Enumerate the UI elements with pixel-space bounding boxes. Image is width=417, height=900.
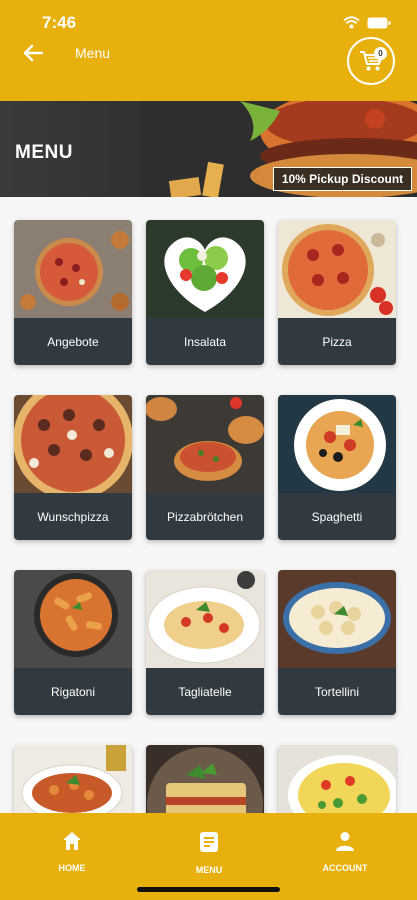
lasagne-image xyxy=(146,745,264,813)
pizza-image xyxy=(278,220,396,318)
nav-account-label: ACCOUNT xyxy=(322,863,368,873)
category-label: Tagliatelle xyxy=(146,668,264,715)
nav-menu[interactable]: MENU xyxy=(164,831,254,875)
category-label: Pizza xyxy=(278,318,396,365)
category-label: Spaghetti xyxy=(278,493,396,540)
home-indicator xyxy=(137,887,280,892)
pizzabroetchen-image xyxy=(146,395,264,493)
food-bowl-image xyxy=(14,745,132,813)
category-card-spaghetti[interactable]: Spaghetti xyxy=(278,395,396,540)
cart-button[interactable]: 0 xyxy=(347,37,395,85)
casserole-image xyxy=(278,745,396,813)
category-card-wunschpizza[interactable]: Wunschpizza xyxy=(14,395,132,540)
category-card-pizzabroetchen[interactable]: Pizzabrötchen xyxy=(146,395,264,540)
status-time: 7:46 xyxy=(42,13,77,32)
category-card-10[interactable] xyxy=(14,745,132,813)
category-label: Angebote xyxy=(14,318,132,365)
category-card-11[interactable] xyxy=(146,745,264,813)
category-label: Wunschpizza xyxy=(14,493,132,540)
banner-title: MENU xyxy=(15,142,73,163)
menu-document-icon xyxy=(200,832,218,852)
angebote-image xyxy=(14,220,132,318)
category-card-12[interactable] xyxy=(278,745,396,813)
status-icons xyxy=(343,16,391,29)
battery-icon xyxy=(367,17,391,28)
person-icon xyxy=(336,832,354,851)
spaghetti-image xyxy=(278,395,396,493)
nav-home[interactable]: HOME xyxy=(27,831,117,873)
wunschpizza-image xyxy=(14,395,132,493)
tagliatelle-image xyxy=(146,570,264,668)
category-grid: Angebote Insalata Pizza Wunschpizza Pizz… xyxy=(0,197,417,813)
rigatoni-image xyxy=(14,570,132,668)
app-header: 7:46 Menu 0 xyxy=(0,0,417,101)
tortellini-image xyxy=(278,570,396,668)
home-icon xyxy=(63,832,81,850)
pickup-discount-badge: 10% Pickup Discount xyxy=(273,167,412,191)
category-label: Pizzabrötchen xyxy=(146,493,264,540)
category-card-insalata[interactable]: Insalata xyxy=(146,220,264,365)
nav-menu-label: MENU xyxy=(195,865,223,875)
category-card-angebote[interactable]: Angebote xyxy=(14,220,132,365)
insalata-image xyxy=(146,220,264,318)
category-card-tortellini[interactable]: Tortellini xyxy=(278,570,396,715)
category-card-tagliatelle[interactable]: Tagliatelle xyxy=(146,570,264,715)
nav-home-label: HOME xyxy=(58,863,86,873)
cart-count-badge: 0 xyxy=(374,47,387,60)
category-label: Rigatoni xyxy=(14,668,132,715)
nav-account[interactable]: ACCOUNT xyxy=(300,831,390,873)
category-label: Insalata xyxy=(146,318,264,365)
wifi-icon xyxy=(343,16,360,29)
category-card-pizza[interactable]: Pizza xyxy=(278,220,396,365)
category-label: Tortellini xyxy=(278,668,396,715)
header-title: Menu xyxy=(75,45,111,61)
back-arrow-icon[interactable] xyxy=(22,42,44,64)
category-card-rigatoni[interactable]: Rigatoni xyxy=(14,570,132,715)
